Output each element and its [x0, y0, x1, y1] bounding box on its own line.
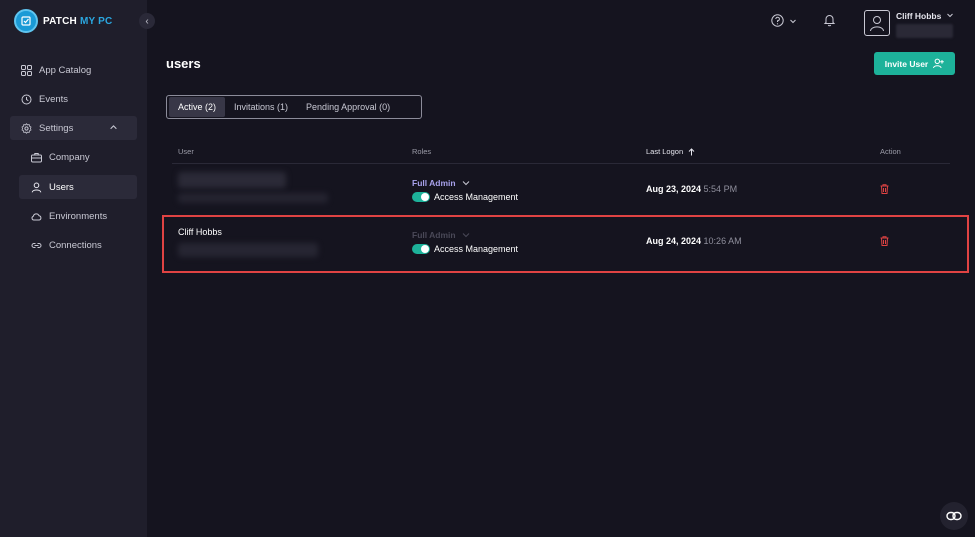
grid-icon — [21, 64, 32, 76]
link-icon — [31, 242, 42, 248]
cloud-icon — [31, 212, 42, 220]
sidebar-item-label: Settings — [39, 122, 74, 134]
invite-user-label: Invite User — [884, 58, 929, 69]
user-status-tabs: Active (2) Invitations (1) Pending Appro… — [166, 95, 422, 119]
notifications-button[interactable] — [823, 13, 836, 32]
user-icon — [31, 182, 42, 192]
bell-icon — [823, 15, 836, 27]
sidebar-item-label: App Catalog — [39, 64, 92, 76]
column-header-label: Roles — [412, 147, 432, 156]
redacted-user-email — [178, 193, 328, 203]
sidebar-item-label: Company — [49, 151, 90, 163]
user-icon — [870, 16, 884, 32]
sidebar-item-label: Connections — [49, 239, 102, 251]
chat-link-button[interactable] — [940, 502, 968, 530]
last-logon-value: Aug 23, 2024 5:54 PM — [646, 184, 737, 194]
column-header-roles: Roles — [412, 147, 431, 156]
brand-name-part2: MY PC — [79, 15, 113, 27]
tab-active[interactable]: Active (2) — [169, 97, 226, 117]
chevron-up-icon — [110, 125, 117, 130]
column-header-label: Action — [880, 147, 901, 156]
chevron-down-icon[interactable] — [946, 11, 954, 19]
help-icon — [771, 14, 784, 27]
chevron-down-icon — [790, 19, 796, 23]
help-menu-button[interactable] — [771, 14, 797, 27]
redacted-user-email — [896, 24, 953, 38]
highlight-annotation-box — [162, 215, 969, 273]
tab-invitations[interactable]: Invitations (1) — [225, 97, 297, 117]
sort-arrow-up-icon — [688, 147, 695, 155]
sidebar-item-environments[interactable]: Environments — [31, 204, 107, 228]
header-user-name[interactable]: Cliff Hobbs — [896, 11, 941, 21]
role-label: Full Admin — [412, 178, 456, 188]
link-icon — [946, 511, 962, 521]
last-logon-date: Aug 23, 2024 — [646, 184, 702, 194]
redacted-user-name — [178, 172, 286, 188]
collapse-sidebar-button[interactable]: ‹ — [139, 13, 155, 29]
chevron-left-double-icon: ‹ — [145, 15, 149, 27]
tab-pending-approval[interactable]: Pending Approval (0) — [297, 97, 399, 117]
last-logon-time: 5:54 PM — [703, 184, 738, 194]
invite-user-button[interactable]: Invite User — [874, 52, 955, 75]
sidebar-item-app-catalog[interactable]: App Catalog — [21, 58, 91, 82]
sidebar-item-label: Environments — [49, 210, 108, 222]
access-management-toggle[interactable] — [412, 192, 430, 202]
brand-name: PATCH MY PC — [43, 16, 112, 27]
patch-my-pc-logo-icon — [14, 9, 38, 33]
gear-icon — [21, 122, 32, 134]
sidebar-item-connections[interactable]: Connections — [31, 233, 102, 257]
user-plus-icon — [933, 58, 945, 69]
column-header-last-logon[interactable]: Last Logon — [646, 147, 695, 156]
sidebar-item-users[interactable]: Users — [19, 175, 137, 199]
sidebar-item-events[interactable]: Events — [21, 87, 68, 111]
column-header-label: Last Logon — [646, 147, 684, 156]
avatar[interactable] — [864, 10, 890, 36]
column-header-label: User — [178, 147, 194, 156]
column-header-user: User — [178, 147, 194, 156]
role-dropdown[interactable]: Full Admin — [412, 178, 470, 188]
page-title: users — [166, 56, 201, 71]
trash-icon[interactable] — [880, 184, 889, 194]
sidebar-item-label: Events — [39, 93, 69, 105]
permission-label: Access Management — [434, 192, 519, 202]
brand-logo[interactable]: PATCH MY PC — [14, 9, 112, 33]
sidebar-item-settings[interactable]: Settings — [10, 116, 137, 140]
brand-name-part1: PATCH — [43, 15, 77, 27]
sidebar: PATCH MY PC ‹ App Catalog Events Setting… — [0, 0, 155, 537]
column-header-action: Action — [880, 147, 901, 156]
table-header-divider — [172, 163, 950, 164]
history-icon — [21, 94, 32, 104]
chevron-down-icon — [462, 181, 469, 186]
sidebar-item-company[interactable]: Company — [31, 145, 90, 169]
sidebar-item-label: Users — [49, 181, 74, 193]
briefcase-icon — [31, 152, 42, 162]
